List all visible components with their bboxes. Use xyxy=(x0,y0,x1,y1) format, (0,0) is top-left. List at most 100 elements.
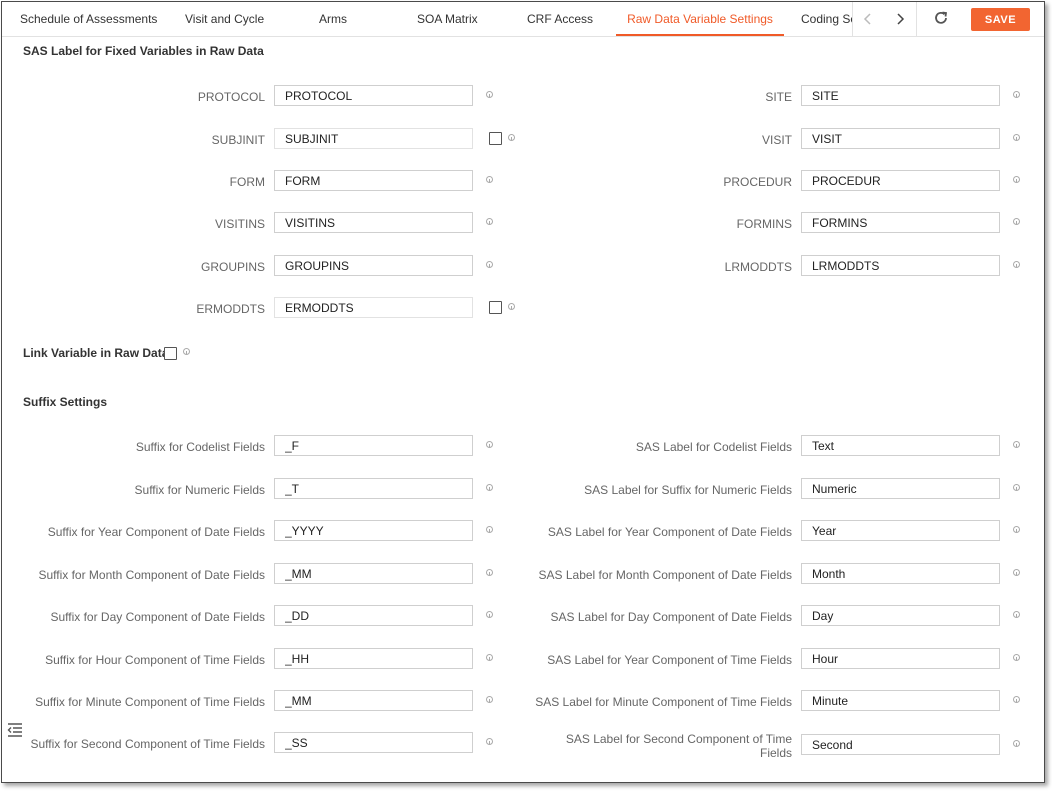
info-icon[interactable] xyxy=(1013,696,1020,703)
sas-label-hour-time-label: SAS Label for Year Component of Time Fie… xyxy=(547,653,792,667)
suffix-hour-time-input[interactable] xyxy=(274,648,473,669)
form-label: FORM xyxy=(229,175,265,189)
lrmoddts-input[interactable] xyxy=(801,255,1000,276)
formins-input[interactable] xyxy=(801,212,1000,233)
sas-label-year-date-input[interactable] xyxy=(801,520,1000,541)
info-icon[interactable] xyxy=(183,348,190,355)
section-title-fixed-variables: SAS Label for Fixed Variables in Raw Dat… xyxy=(23,44,264,58)
visitins-input[interactable] xyxy=(274,212,473,233)
sas-label-month-date-label: SAS Label for Month Component of Date Fi… xyxy=(538,568,792,582)
suffix-month-date-input[interactable] xyxy=(274,563,473,584)
info-icon[interactable] xyxy=(486,611,493,618)
info-icon[interactable] xyxy=(1013,441,1020,448)
info-icon[interactable] xyxy=(508,134,515,141)
info-icon[interactable] xyxy=(486,654,493,661)
tab-crf-access[interactable]: CRF Access xyxy=(527,2,593,34)
chevron-right-icon[interactable] xyxy=(892,10,908,28)
sas-label-numeric-input[interactable] xyxy=(801,478,1000,499)
info-icon[interactable] xyxy=(486,526,493,533)
protocol-label: PROTOCOL xyxy=(197,90,265,104)
site-input[interactable] xyxy=(801,85,1000,106)
sas-label-day-date-label: SAS Label for Day Component of Date Fiel… xyxy=(550,610,792,624)
ermoddts-checkbox[interactable] xyxy=(489,301,502,314)
sas-label-minute-time-label: SAS Label for Minute Component of Time F… xyxy=(535,695,792,709)
refresh-icon[interactable] xyxy=(932,9,950,27)
tab-soa-matrix[interactable]: SOA Matrix xyxy=(417,2,478,34)
sas-label-second-time-label: SAS Label for Second Component of Time F… xyxy=(565,732,792,760)
lrmoddts-label: LRMODDTS xyxy=(724,260,792,274)
info-icon[interactable] xyxy=(486,261,493,268)
collapse-menu-icon[interactable] xyxy=(7,722,23,738)
info-icon[interactable] xyxy=(1013,740,1020,747)
protocol-input[interactable] xyxy=(274,85,473,106)
tab-schedule-of-assessments[interactable]: Schedule of Assessments xyxy=(20,2,157,34)
info-icon[interactable] xyxy=(1013,654,1020,661)
suffix-codelist-label: Suffix for Codelist Fields xyxy=(135,440,265,454)
suffix-year-date-input[interactable] xyxy=(274,520,473,541)
suffix-numeric-input[interactable] xyxy=(274,478,473,499)
suffix-day-date-label: Suffix for Day Component of Date Fields xyxy=(50,610,265,624)
info-icon[interactable] xyxy=(486,696,493,703)
info-icon[interactable] xyxy=(1013,611,1020,618)
suffix-hour-time-label: Suffix for Hour Component of Time Fields xyxy=(45,653,265,667)
info-icon[interactable] xyxy=(1013,91,1020,98)
chevron-left-icon[interactable] xyxy=(860,10,876,28)
tab-arms[interactable]: Arms xyxy=(319,2,347,34)
info-icon[interactable] xyxy=(1013,218,1020,225)
info-icon[interactable] xyxy=(1013,569,1020,576)
form-input[interactable] xyxy=(274,170,473,191)
info-icon[interactable] xyxy=(1013,134,1020,141)
site-label: SITE xyxy=(765,90,792,104)
subjinit-label: SUBJINIT xyxy=(211,133,265,147)
info-icon[interactable] xyxy=(486,738,493,745)
app-window: Schedule of Assessments Visit and Cycle … xyxy=(1,1,1045,783)
subjinit-input[interactable] xyxy=(274,128,473,149)
save-button[interactable]: SAVE xyxy=(971,8,1030,31)
procedur-input[interactable] xyxy=(801,170,1000,191)
sas-label-second-time-input[interactable] xyxy=(801,734,1000,755)
suffix-minute-time-input[interactable] xyxy=(274,690,473,711)
subjinit-checkbox[interactable] xyxy=(489,132,502,145)
info-icon[interactable] xyxy=(508,303,515,310)
tab-coding-set[interactable]: Coding Set xyxy=(801,2,852,34)
sas-label-minute-time-input[interactable] xyxy=(801,690,1000,711)
procedur-label: PROCEDUR xyxy=(723,175,792,189)
info-icon[interactable] xyxy=(1013,484,1020,491)
info-icon[interactable] xyxy=(486,484,493,491)
groupins-label: GROUPINS xyxy=(200,260,265,274)
sas-label-month-date-input[interactable] xyxy=(801,563,1000,584)
sas-label-year-date-label: SAS Label for Year Component of Date Fie… xyxy=(547,525,792,539)
sas-label-numeric-label: SAS Label for Suffix for Numeric Fields xyxy=(584,483,792,497)
visit-input[interactable] xyxy=(801,128,1000,149)
info-icon[interactable] xyxy=(1013,526,1020,533)
link-variable-checkbox[interactable] xyxy=(164,347,177,360)
info-icon[interactable] xyxy=(486,91,493,98)
suffix-second-time-input[interactable] xyxy=(274,732,473,753)
info-icon[interactable] xyxy=(1013,176,1020,183)
info-icon[interactable] xyxy=(486,569,493,576)
link-variable-label: Link Variable in Raw Data xyxy=(23,346,169,360)
suffix-codelist-input[interactable] xyxy=(274,435,473,456)
sas-label-codelist-input[interactable] xyxy=(801,435,1000,456)
sas-label-codelist-label: SAS Label for Codelist Fields xyxy=(635,440,792,454)
info-icon[interactable] xyxy=(486,441,493,448)
info-icon[interactable] xyxy=(486,176,493,183)
formins-label: FORMINS xyxy=(736,217,792,231)
info-icon[interactable] xyxy=(1013,261,1020,268)
suffix-minute-time-label: Suffix for Minute Component of Time Fiel… xyxy=(35,695,265,709)
tab-strip: Schedule of Assessments Visit and Cycle … xyxy=(2,2,852,36)
ermoddts-input[interactable] xyxy=(274,297,473,318)
info-icon[interactable] xyxy=(486,218,493,225)
suffix-month-date-label: Suffix for Month Component of Date Field… xyxy=(38,568,265,582)
groupins-input[interactable] xyxy=(274,255,473,276)
visitins-label: VISITINS xyxy=(214,217,265,231)
suffix-day-date-input[interactable] xyxy=(274,605,473,626)
tab-divider xyxy=(852,2,853,36)
sas-label-day-date-input[interactable] xyxy=(801,605,1000,626)
visit-label: VISIT xyxy=(761,133,792,147)
section-title-suffix-settings: Suffix Settings xyxy=(23,395,108,409)
sas-label-hour-time-input[interactable] xyxy=(801,648,1000,669)
tab-visit-and-cycle[interactable]: Visit and Cycle xyxy=(185,2,264,34)
tab-divider xyxy=(916,2,917,36)
tab-raw-data-variable-settings[interactable]: Raw Data Variable Settings xyxy=(616,2,784,36)
